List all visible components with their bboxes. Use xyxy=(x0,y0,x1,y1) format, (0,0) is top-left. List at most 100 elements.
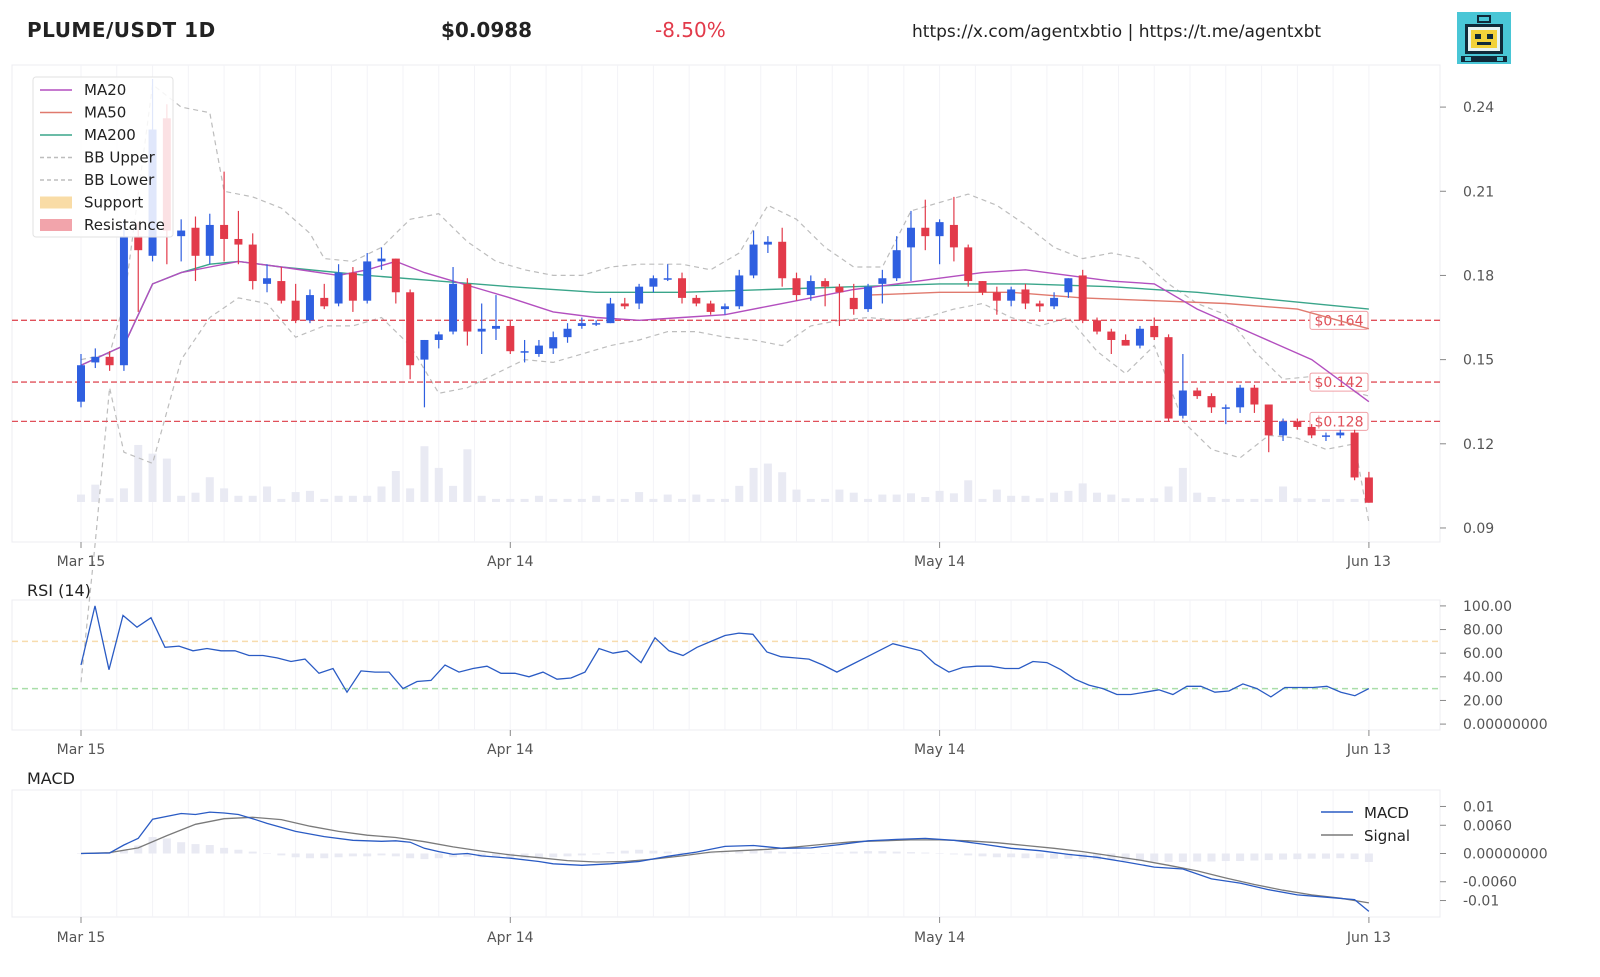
volume-bar xyxy=(406,488,415,502)
legend-swatch xyxy=(40,196,72,209)
candle-body xyxy=(1178,390,1187,416)
y-tick-label: 0.09 xyxy=(1463,521,1494,537)
macd-y-tick-label: -0.0060 xyxy=(1463,875,1517,891)
candle-body xyxy=(706,303,715,312)
macd-histogram-bar xyxy=(420,853,429,860)
macd-histogram-bar xyxy=(606,852,615,854)
candle-body xyxy=(191,227,200,256)
volume-bar xyxy=(763,463,772,502)
candle-body xyxy=(1236,387,1245,408)
macd-y-tick-label: 0.0060 xyxy=(1463,818,1512,834)
volume-bar xyxy=(1164,486,1173,502)
candle-body xyxy=(277,281,286,301)
candle-body xyxy=(1221,407,1230,409)
macd-histogram-bar xyxy=(1021,853,1030,859)
candle-body xyxy=(406,292,415,366)
volume-bar xyxy=(91,484,100,502)
macd-histogram-bar xyxy=(1035,853,1044,859)
volume-bar xyxy=(134,444,143,502)
volume-bar xyxy=(563,498,572,502)
chart-canvas: $0.164$0.142$0.128 0.090.120.150.180.210… xyxy=(11,64,1548,946)
x-tick-label: May 14 xyxy=(914,742,965,758)
volume-bar xyxy=(220,488,229,502)
volume-bar xyxy=(1293,498,1302,502)
macd-histogram-bar xyxy=(949,853,958,855)
macd-histogram-bar xyxy=(1150,853,1159,862)
volume-bar xyxy=(119,488,128,502)
macd-histogram-bar xyxy=(320,853,329,859)
volume-bar xyxy=(534,495,543,502)
macd-histogram-bar xyxy=(291,853,300,858)
volume-bar xyxy=(1279,486,1288,502)
macd-histogram-bar xyxy=(334,853,343,858)
candle-body xyxy=(491,325,500,329)
volume-bar xyxy=(1050,492,1059,502)
volume-bar xyxy=(921,497,930,502)
volume-bar xyxy=(821,498,830,502)
candle-body xyxy=(678,278,687,298)
macd-histogram-bar xyxy=(749,850,758,854)
candle-body xyxy=(749,244,758,276)
volume-bar xyxy=(692,494,701,502)
candle-body xyxy=(964,247,973,282)
candle-body xyxy=(1207,396,1216,408)
y-tick-label: 0.21 xyxy=(1463,184,1494,200)
volume-bar xyxy=(1207,497,1216,502)
macd-histogram-bar xyxy=(563,853,572,857)
macd-histogram-bar xyxy=(906,852,915,854)
volume-bar xyxy=(105,498,114,502)
macd-histogram-bar xyxy=(391,853,400,857)
x-tick-label: May 14 xyxy=(914,554,965,570)
macd-histogram-bar xyxy=(892,851,901,854)
candle-body xyxy=(77,365,85,402)
candle-body xyxy=(864,286,873,310)
candle-body xyxy=(1035,303,1044,307)
volume-bar xyxy=(234,495,243,502)
volume-bar xyxy=(635,492,644,502)
macd-histogram-bar xyxy=(706,853,715,854)
candle-body xyxy=(892,250,901,279)
volume-bar xyxy=(978,498,987,502)
candle-body xyxy=(649,278,658,287)
macd-histogram-bar xyxy=(1321,853,1330,859)
candle-body xyxy=(921,227,930,237)
legend-label: MA200 xyxy=(84,126,136,144)
volume-bar xyxy=(949,493,958,502)
macd-histogram-bar xyxy=(248,851,257,854)
macd-histogram-bar xyxy=(1307,853,1316,859)
macd-histogram-bar xyxy=(1164,853,1173,862)
volume-bar xyxy=(377,486,386,502)
volume-bar xyxy=(592,495,601,502)
macd-histogram-bar xyxy=(864,851,873,854)
candle-body xyxy=(1293,421,1302,427)
volume-bar xyxy=(348,495,357,502)
volume-bar xyxy=(720,498,729,502)
legend-label: BB Upper xyxy=(84,149,156,167)
candle-body xyxy=(878,278,887,284)
x-tick-label: Mar 15 xyxy=(57,554,106,570)
candle-body xyxy=(563,328,572,338)
macd-legend-label: MACD xyxy=(1364,804,1409,822)
candle-body xyxy=(91,356,100,363)
volume-bar xyxy=(434,467,443,502)
macd-y-tick-label: -0.01 xyxy=(1463,894,1499,910)
rsi-y-tick-label: 40.00 xyxy=(1463,670,1503,686)
volume-bar xyxy=(1221,498,1230,502)
macd-histogram-bar xyxy=(964,853,973,856)
candle-body xyxy=(906,227,915,248)
macd-title: MACD xyxy=(27,769,75,788)
candle-body xyxy=(348,272,357,301)
candle-body xyxy=(1021,289,1030,304)
candle-body xyxy=(821,281,830,287)
macd-histogram-bar xyxy=(1250,853,1259,861)
resistance-label: $0.142 xyxy=(1315,375,1364,391)
x-tick-label: Jun 13 xyxy=(1346,554,1391,570)
volume-bar xyxy=(420,446,429,502)
rsi-title: RSI (14) xyxy=(27,581,91,600)
candle-body xyxy=(735,275,744,307)
macd-y-tick-label: 0.01 xyxy=(1463,799,1494,815)
macd-histogram-bar xyxy=(577,853,586,856)
macd-histogram-bar xyxy=(1178,853,1187,862)
candle-body xyxy=(506,325,515,352)
macd-histogram-bar xyxy=(148,837,157,854)
